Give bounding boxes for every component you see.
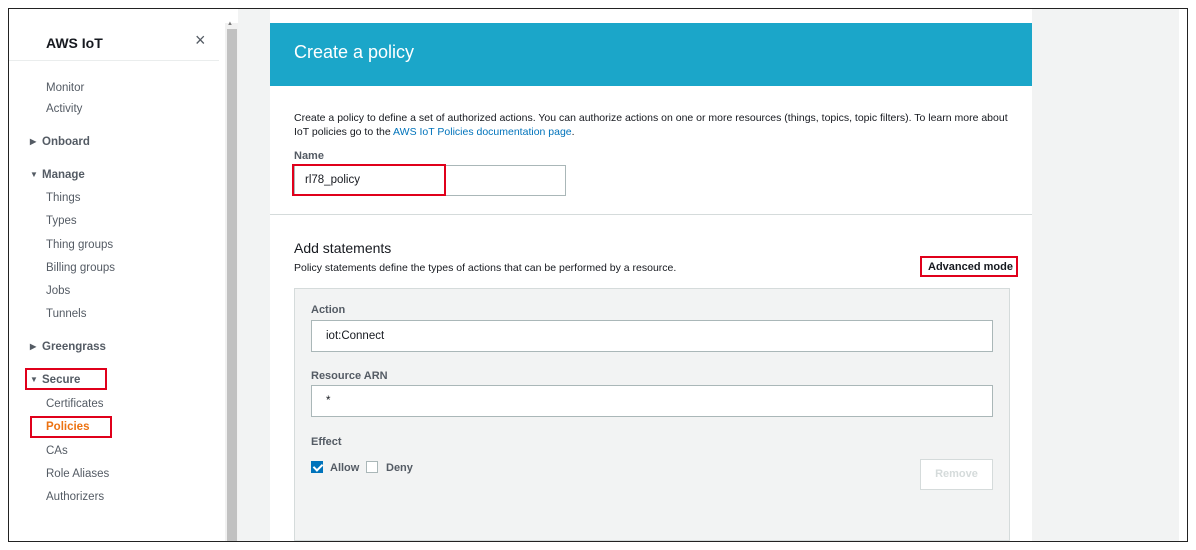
action-input[interactable]: iot:Connect xyxy=(311,320,993,352)
sidebar-header: AWS IoT × xyxy=(9,9,219,61)
highlight-policies xyxy=(30,416,112,438)
highlight-name xyxy=(292,164,446,196)
resource-arn-label: Resource ARN xyxy=(311,370,388,382)
section-divider xyxy=(270,214,1032,215)
page-description: Create a policy to define a set of autho… xyxy=(294,111,1024,139)
sidebar-section-label: Onboard xyxy=(42,136,90,148)
scroll-up-arrow-icon[interactable]: ▲ xyxy=(227,21,233,27)
sidebar-item-authorizers[interactable]: Authorizers xyxy=(46,490,104,504)
sidebar-item-monitor[interactable]: Monitor xyxy=(46,81,84,95)
sidebar-item-certificates[interactable]: Certificates xyxy=(46,397,104,411)
sidebar-item-billing-groups[interactable]: Billing groups xyxy=(46,261,115,275)
sidebar-item-activity[interactable]: Activity xyxy=(46,102,82,116)
allow-checkbox[interactable] xyxy=(311,461,323,473)
name-label: Name xyxy=(294,150,324,162)
close-icon[interactable]: × xyxy=(195,31,206,49)
remove-statement-button[interactable]: Remove xyxy=(920,459,993,490)
action-label: Action xyxy=(311,304,346,316)
sidebar-item-things[interactable]: Things xyxy=(46,191,81,205)
highlight-secure xyxy=(25,368,107,390)
caret-right-icon: ▶ xyxy=(30,137,37,146)
resource-arn-input[interactable]: * xyxy=(311,385,993,417)
page-title: Create a policy xyxy=(294,42,415,62)
sidebar-section-label: Greengrass xyxy=(42,341,106,353)
sidebar-item-tunnels[interactable]: Tunnels xyxy=(46,307,87,321)
sidebar-item-jobs[interactable]: Jobs xyxy=(46,284,70,298)
sidebar-title: AWS IoT xyxy=(46,35,103,51)
sidebar-item-role-aliases[interactable]: Role Aliases xyxy=(46,467,109,481)
sidebar-item-thing-groups[interactable]: Thing groups xyxy=(46,238,113,252)
caret-right-icon: ▶ xyxy=(30,342,37,351)
sidebar-section-greengrass[interactable]: ▶ Greengrass xyxy=(30,340,106,354)
effect-label: Effect xyxy=(311,436,342,448)
deny-label: Deny xyxy=(386,462,413,474)
highlight-advanced-mode xyxy=(920,256,1018,277)
sidebar: AWS IoT × Monitor Activity ▶ Onboard ▼ Manage… xyxy=(9,9,219,541)
sidebar-section-manage[interactable]: ▼ Manage xyxy=(30,168,85,182)
sidebar-section-label: Manage xyxy=(42,169,85,181)
add-statements-heading: Add statements xyxy=(294,240,392,256)
scrollbar-thumb[interactable] xyxy=(227,29,237,541)
sidebar-item-cas[interactable]: CAs xyxy=(46,444,68,458)
deny-checkbox[interactable] xyxy=(366,461,378,473)
description-end: . xyxy=(571,126,575,138)
iot-policies-doc-link[interactable]: AWS IoT Policies documentation page xyxy=(393,126,572,138)
allow-label: Allow xyxy=(330,462,360,474)
caret-down-icon: ▼ xyxy=(30,170,38,179)
sidebar-item-types[interactable]: Types xyxy=(46,214,77,228)
sidebar-section-onboard[interactable]: ▶ Onboard xyxy=(30,135,90,149)
statements-subtext: Policy statements define the types of ac… xyxy=(294,262,677,274)
